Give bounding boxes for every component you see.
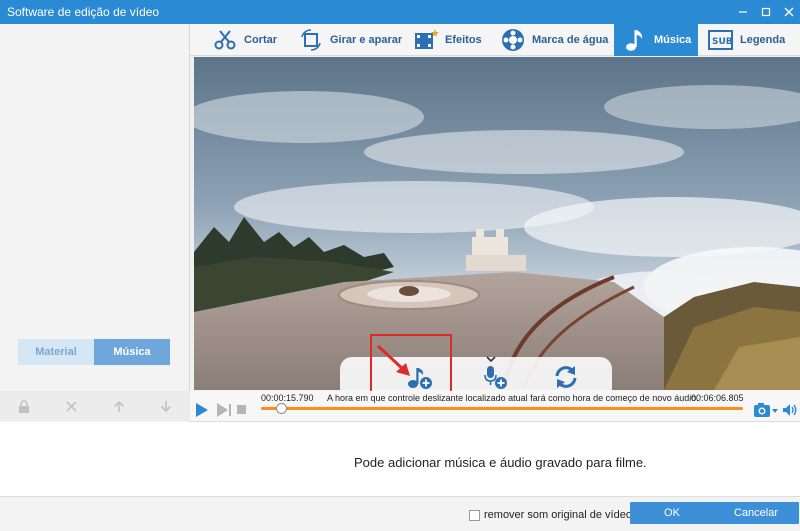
minimize-button[interactable] <box>731 0 754 24</box>
lock-icon <box>18 399 29 413</box>
tab-label-musica: Música <box>654 34 692 46</box>
tab-girar-e-aparar[interactable]: Girar e aparar <box>298 24 402 56</box>
next-frame-icon[interactable] <box>216 402 234 418</box>
end-time: 00:06:06.805 <box>691 393 744 403</box>
info-text: Pode adicionar música e áudio gravado pa… <box>354 455 647 470</box>
refresh-icon <box>555 366 577 388</box>
slider-hint-text: A hora em que controle deslizante locali… <box>327 393 699 403</box>
delete-icon <box>66 400 77 412</box>
left-panel-toolbar <box>0 391 190 421</box>
tab-efeitos[interactable]: Efeitos <box>413 24 482 56</box>
tab-material[interactable]: Material <box>18 339 94 365</box>
svg-text:SUB: SUB <box>712 37 733 47</box>
move-up-icon <box>113 400 124 412</box>
close-button[interactable] <box>777 0 800 24</box>
play-icon[interactable] <box>195 402 209 418</box>
tab-label-efeitos: Efeitos <box>445 34 482 46</box>
video-preview[interactable] <box>194 57 800 390</box>
video-frame-image <box>194 57 800 390</box>
watermark-icon <box>500 27 526 53</box>
minimize-icon <box>738 11 747 13</box>
tab-label-cortar: Cortar <box>244 34 278 46</box>
music-note-icon <box>622 27 648 53</box>
window-title: Software de edição de vídeo <box>7 5 160 19</box>
lock-button[interactable] <box>14 396 34 416</box>
close-icon <box>784 7 793 17</box>
refresh-button[interactable] <box>552 364 580 390</box>
snapshot-camera-icon[interactable] <box>753 402 779 418</box>
feature-tabs: Cortar Girar e aparar Efeitos Marca de á… <box>190 24 800 56</box>
tab-musica-list[interactable]: Música <box>94 339 170 365</box>
ok-button[interactable]: OK <box>630 502 714 524</box>
left-panel-tabs: Material Música <box>18 339 170 365</box>
tab-musica[interactable]: Música <box>614 24 698 56</box>
tab-label-marca: Marca de água <box>532 34 609 46</box>
scissors-icon <box>212 27 238 53</box>
cancel-button[interactable]: Cancelar <box>713 502 799 524</box>
remove-audio-checkbox[interactable] <box>469 510 480 521</box>
tab-cortar[interactable]: Cortar <box>212 24 277 56</box>
timeline-slider[interactable] <box>261 407 743 410</box>
red-arrow-icon <box>376 344 410 376</box>
move-down-button[interactable] <box>156 396 176 416</box>
move-down-icon <box>161 400 172 412</box>
window-controls <box>731 0 800 24</box>
move-up-button[interactable] <box>109 396 129 416</box>
tab-legenda[interactable]: SUB Legenda <box>708 24 785 56</box>
expand-caret-icon[interactable] <box>484 356 498 364</box>
subtitle-icon: SUB <box>708 27 734 53</box>
effects-icon <box>413 27 439 53</box>
delete-button[interactable] <box>61 396 81 416</box>
remove-audio-label: remover som original de vídeo <box>484 509 632 521</box>
crop-rotate-icon <box>298 27 324 53</box>
stop-icon[interactable] <box>237 405 247 415</box>
maximize-button[interactable] <box>754 0 777 24</box>
timeline-knob[interactable] <box>275 403 287 414</box>
tab-marca-de-agua[interactable]: Marca de água <box>500 24 608 56</box>
volume-icon[interactable] <box>782 403 798 417</box>
tab-label-girar: Girar e aparar <box>330 34 403 46</box>
record-audio-button[interactable] <box>482 364 510 390</box>
tab-label-legenda: Legenda <box>740 34 786 46</box>
maximize-icon <box>761 7 770 17</box>
add-recording-icon <box>484 366 507 389</box>
current-time: 00:00:15.790 <box>261 393 314 403</box>
title-bar: Software de edição de vídeo <box>0 0 800 24</box>
